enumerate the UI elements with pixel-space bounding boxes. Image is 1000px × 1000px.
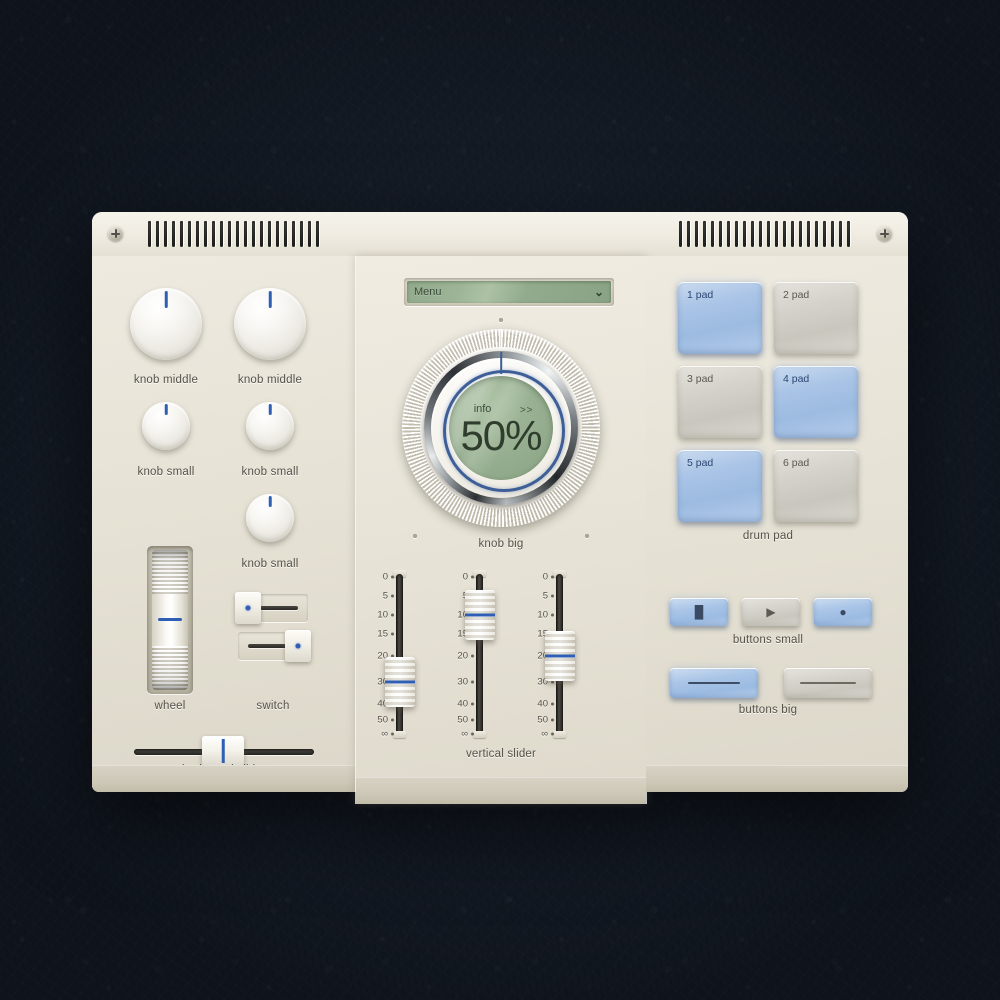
drum-pad-4-label: 4 pad	[783, 373, 810, 385]
vertical-slider-3[interactable]: 0 5 10 15 20 30 40 50 ∞	[524, 570, 578, 740]
knob-middle-1[interactable]	[124, 282, 208, 366]
wheel-indicator	[158, 618, 182, 621]
vent-right	[679, 221, 850, 247]
knob-big-label: knob big	[478, 538, 524, 550]
drum-pad-5-label: 5 pad	[687, 457, 714, 469]
knob-indicator	[268, 404, 272, 416]
wheel-label: wheel	[154, 700, 186, 712]
chevron-down-icon: ⌄	[593, 285, 604, 299]
switch-handle[interactable]	[285, 630, 311, 662]
center-panel-foot	[356, 777, 646, 804]
play-icon: ▶	[766, 605, 776, 619]
center-panel: Menu ⌄ info >> 50% knob big 0 5 10 15 20…	[356, 256, 646, 804]
knob-small-2[interactable]	[242, 398, 298, 454]
knob-middle-2[interactable]	[228, 282, 312, 366]
buttons-big-label: buttons big	[738, 704, 798, 716]
left-panel-foot	[92, 765, 356, 792]
drum-pad-5[interactable]: 5 pad	[678, 450, 762, 522]
screw-top-left	[108, 226, 123, 241]
vent-left	[148, 221, 319, 247]
wheel-well	[147, 546, 193, 694]
vertical-slider-label: vertical slider	[465, 748, 537, 760]
knob-indicator	[268, 496, 272, 508]
pause-button[interactable]: ▐▌	[670, 598, 728, 626]
knob-big-indicator	[500, 351, 502, 374]
vertical-slider-1[interactable]: 0 5 10 15 20 30 40 50 ∞	[364, 570, 418, 740]
menu-dropdown[interactable]: Menu ⌄	[407, 281, 611, 303]
display-value: 50%	[460, 412, 542, 460]
knob-small-3[interactable]	[242, 490, 298, 546]
big-button-2[interactable]	[784, 668, 872, 698]
big-button-1[interactable]	[670, 668, 758, 698]
vertical-slider-scale-1: 0 5 10 15 20 30 40 50 ∞	[364, 572, 394, 740]
menu-value: Menu	[414, 286, 442, 298]
horizontal-slider-handle[interactable]	[202, 736, 244, 766]
slider-track-cap-bottom	[473, 731, 486, 738]
drum-pad-2-label: 2 pad	[783, 289, 810, 301]
left-panel: knob middle knob middle knob small knob …	[92, 256, 356, 792]
screw-top-right	[877, 226, 892, 241]
knob-indicator	[164, 404, 168, 416]
knob-small-1-label: knob small	[137, 466, 195, 478]
right-panel: 1 pad 2 pad 3 pad 4 pad 5 pad 6 pad drum…	[646, 256, 908, 792]
play-button[interactable]: ▶	[742, 598, 800, 626]
knob-middle-2-label: knob middle	[237, 374, 303, 386]
drum-pad-1[interactable]: 1 pad	[678, 282, 762, 354]
knob-small-3-label: knob small	[241, 558, 299, 570]
horizontal-slider[interactable]	[134, 736, 314, 766]
knob-big[interactable]: info >> 50%	[402, 329, 600, 527]
record-button[interactable]: ●	[814, 598, 872, 626]
vertical-slider-2[interactable]: 0 5 10 15 20 30 40 50 ∞	[444, 570, 498, 740]
wheel[interactable]	[152, 550, 188, 690]
switch-label: switch	[256, 700, 290, 712]
switch-toggle-2[interactable]	[238, 630, 311, 664]
pause-icon: ▐▌	[690, 605, 708, 619]
top-bezel	[92, 212, 908, 257]
right-panel-foot	[646, 765, 908, 792]
buttons-small-label: buttons small	[732, 634, 804, 646]
switch-handle[interactable]	[235, 592, 261, 624]
knob-middle-1-label: knob middle	[133, 374, 199, 386]
drum-pad-3-label: 3 pad	[687, 373, 714, 385]
knob-small-1[interactable]	[138, 398, 194, 454]
knob-big-display: info >> 50%	[448, 375, 554, 481]
knob-indicator	[164, 291, 168, 309]
vertical-slider-3-handle[interactable]	[545, 631, 575, 681]
midi-controller-device: knob middle knob middle knob small knob …	[92, 212, 908, 804]
drum-pad-6[interactable]: 6 pad	[774, 450, 858, 522]
drum-pad-1-label: 1 pad	[687, 289, 714, 301]
vertical-slider-1-handle[interactable]	[385, 657, 415, 707]
drum-pad-2[interactable]: 2 pad	[774, 282, 858, 354]
drum-pad-4[interactable]: 4 pad	[774, 366, 858, 438]
dash-icon	[800, 681, 856, 685]
drum-pad-6-label: 6 pad	[783, 457, 810, 469]
panel-dot-top	[499, 318, 503, 322]
vertical-slider-2-handle[interactable]	[465, 590, 495, 640]
drum-pad-3[interactable]: 3 pad	[678, 366, 762, 438]
slider-track-cap-bottom	[393, 731, 406, 738]
slider-track-cap-bottom	[553, 731, 566, 738]
drum-pad-label: drum pad	[742, 530, 794, 542]
knob-indicator	[268, 291, 272, 309]
vertical-slider-track	[396, 574, 403, 734]
dash-icon	[688, 681, 740, 685]
switch-toggle-1[interactable]	[235, 592, 308, 626]
record-icon: ●	[839, 605, 847, 619]
knob-small-2-label: knob small	[241, 466, 299, 478]
menu-dropdown-frame: Menu ⌄	[404, 278, 614, 306]
